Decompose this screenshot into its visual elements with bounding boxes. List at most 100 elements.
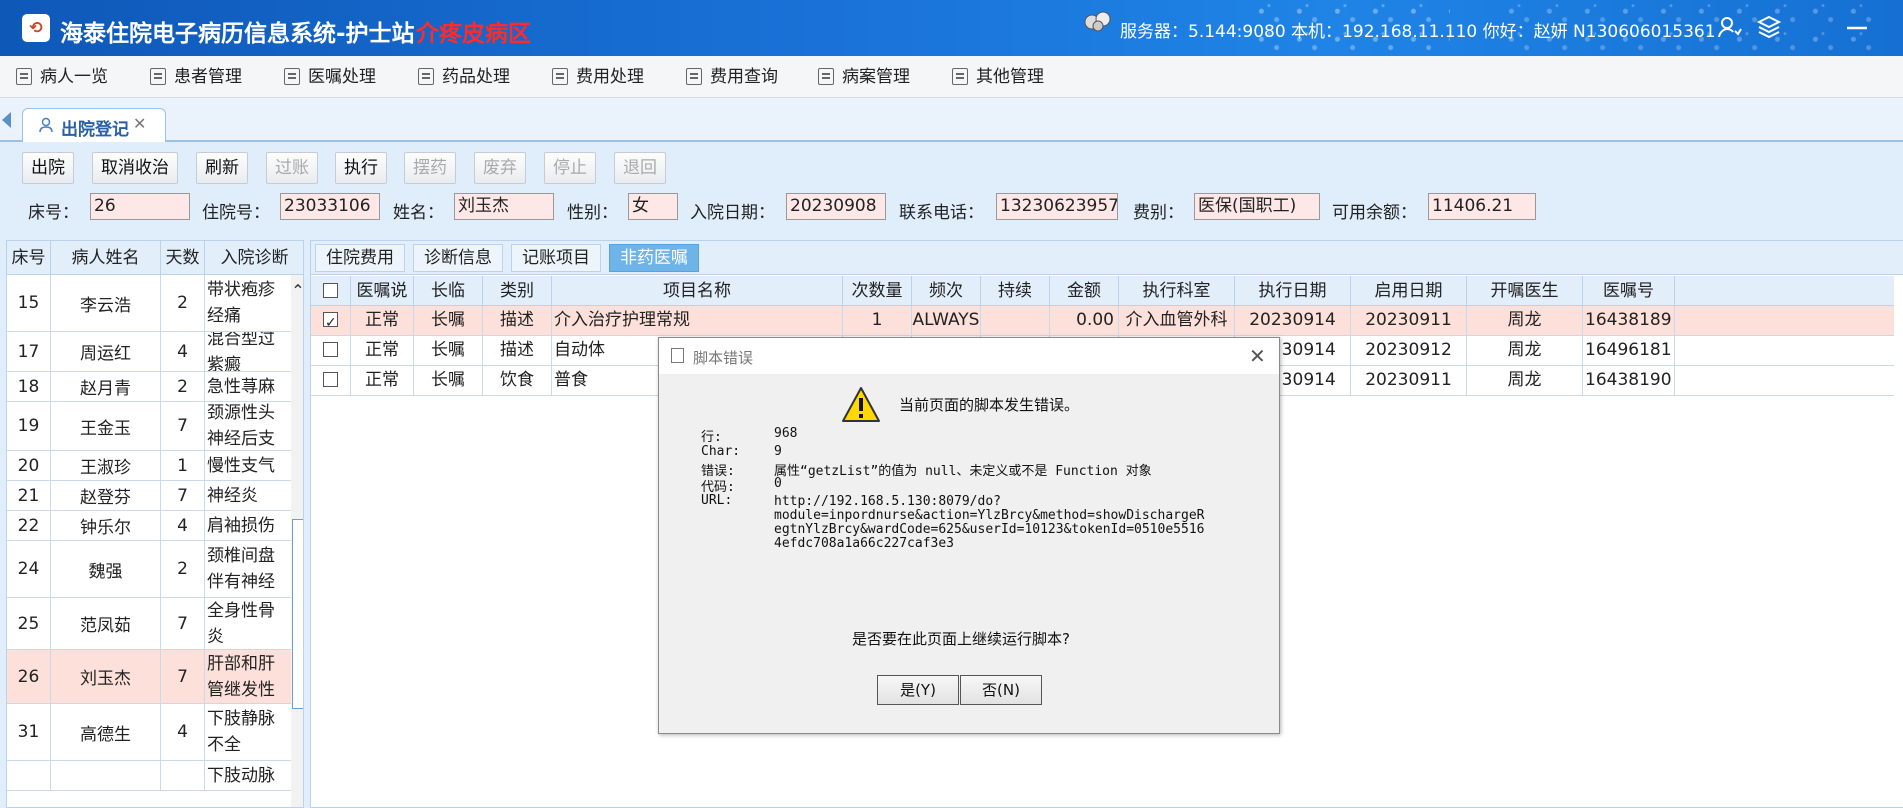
scrollbar-thumb[interactable] [292,519,303,709]
patient-row[interactable]: 21 赵登芬 7 神经炎 [7,481,303,511]
order-cell-doctor: 周龙 [1467,366,1583,396]
menu-label: 病人一览 [40,67,108,87]
order-checkbox[interactable] [323,309,338,336]
column-header[interactable]: 长临 [414,276,483,306]
patient-cell-diag: 颈椎间盘 伴有神经 [205,541,303,597]
tab-inpatient-fees[interactable]: 住院费用 [315,244,405,272]
char-value: 9 [774,444,782,459]
patient-row[interactable]: 26 刘玉杰 7 肝部和肝 管继发性 [7,650,303,704]
column-header[interactable]: 开嘱医生 [1467,276,1583,306]
admission-no-field[interactable]: 23033106 [280,193,380,220]
patient-row[interactable]: 20 王淑珍 1 慢性支气 [7,451,303,481]
order-row[interactable]: 正常长嘱描述介入治疗护理常规1ALWAYS 0.00介入血管外科202309142… [311,306,1894,336]
column-header[interactable]: 天数 [161,241,205,275]
patient-row[interactable]: 下肢动脉 [7,761,303,791]
tab-diagnosis[interactable]: 诊断信息 [413,244,503,272]
minimize-icon[interactable] [1844,14,1870,40]
discard-button[interactable]: 废弃 [474,152,526,184]
tab-billing-items[interactable]: 记账项目 [511,244,601,272]
column-header[interactable]: 金额 [1050,276,1119,306]
bed-field[interactable]: 26 [90,193,190,220]
order-checkbox-cell[interactable] [311,366,351,396]
column-header[interactable]: 入院诊断 [205,241,303,275]
cancel-admission-button[interactable]: 取消收治 [92,152,178,184]
discharge-button[interactable]: 出院 [22,152,74,184]
patient-row[interactable]: 17 周运红 4 混合型过 紫癜 [7,332,303,372]
line-value: 968 [774,426,798,441]
yes-button[interactable]: 是(Y) [877,675,959,705]
patient-cell-days: 1 [161,451,205,480]
column-header[interactable]: 持续 [981,276,1050,306]
scroll-up-icon[interactable]: ⌃ [291,281,303,301]
select-all-header[interactable] [311,276,351,306]
phone-field[interactable]: 13230623957 [996,193,1118,220]
gender-label: 性别： [567,203,618,223]
order-checkbox-cell[interactable] [311,306,351,336]
post-button[interactable]: 过账 [266,152,318,184]
tab-scroll-left-icon[interactable] [2,112,11,128]
tab-non-drug-orders[interactable]: 非药医嘱 [609,244,699,272]
user-icon[interactable] [1716,14,1742,40]
patient-cell-name: 周运红 [51,332,161,371]
menu-drugs[interactable]: 药品处理 [418,56,510,98]
menu-other[interactable]: 其他管理 [952,56,1044,98]
order-cell-qty: 1 [843,306,912,336]
dispense-button[interactable]: 摆药 [404,152,456,184]
patient-cell-bed: 21 [7,481,51,510]
name-label: 姓名： [393,203,444,223]
balance-label: 可用余额： [1332,203,1417,223]
order-cell-cat: 饮食 [483,366,552,396]
patient-row[interactable]: 25 范凤茹 7 全身性骨 炎 [7,598,303,650]
dialog-close-icon[interactable]: ✕ [1249,344,1266,368]
admit-date-label: 入院日期： [690,203,775,223]
column-header[interactable]: 执行日期 [1235,276,1351,306]
column-header[interactable]: 频次 [912,276,981,306]
tab-close-icon[interactable]: ✕ [133,114,146,133]
patient-row[interactable]: 18 赵月青 2 急性荨麻 [7,372,303,402]
name-field[interactable]: 刘玉杰 [454,193,554,220]
order-checkbox[interactable] [323,341,338,357]
column-header[interactable]: 医嘱号 [1583,276,1675,306]
server-icon [1084,11,1111,32]
column-header[interactable]: 项目名称 [552,276,843,306]
column-header[interactable]: 启用日期 [1351,276,1467,306]
patient-row[interactable]: 22 钟乐尔 4 肩袖损伤 [7,511,303,541]
patient-list-scrollbar[interactable] [291,275,303,807]
order-checkbox[interactable] [323,371,338,387]
layers-icon[interactable] [1756,14,1782,40]
menu-patient-overview[interactable]: 病人一览 [16,56,108,98]
column-header[interactable]: 床号 [7,241,51,275]
balance-field[interactable]: 11406.21 [1428,193,1536,220]
return-button[interactable]: 退回 [614,152,666,184]
document-icon [284,68,300,85]
menu-fee-processing[interactable]: 费用处理 [552,56,644,98]
patient-cell-name: 李云浩 [51,275,161,331]
refresh-button[interactable]: 刷新 [196,152,248,184]
menu-orders[interactable]: 医嘱处理 [284,56,376,98]
stop-button[interactable]: 停止 [544,152,596,184]
patient-row[interactable]: 24 魏强 2 颈椎间盘 伴有神经 [7,541,303,598]
menu-medical-records[interactable]: 病案管理 [818,56,910,98]
patient-row[interactable]: 19 王金玉 7 颈源性头 神经后支 [7,402,303,451]
patient-row[interactable]: 15 李云浩 2 带状疱疹 经痛 [7,275,303,332]
order-checkbox-cell[interactable] [311,336,351,366]
select-all-checkbox[interactable] [323,282,338,298]
column-header[interactable]: 执行科室 [1119,276,1235,306]
order-cell-type: 长嘱 [414,366,483,396]
no-button[interactable]: 否(N) [960,675,1042,705]
column-header[interactable]: 次数量 [843,276,912,306]
execute-button[interactable]: 执行 [335,152,387,184]
patient-row[interactable]: 31 高德生 4 下肢静脉 不全 [7,704,303,761]
menu-patient-management[interactable]: 患者管理 [150,56,242,98]
tab-discharge-registration[interactable]: 出院登记 ✕ [22,108,166,142]
gender-field[interactable]: 女 [628,193,678,220]
order-cell-desc: 正常 [351,336,414,366]
column-header[interactable]: 医嘱说明 [351,276,414,331]
menu-fee-query[interactable]: 费用查询 [686,56,778,98]
fee-type-field[interactable]: 医保(国职工) [1194,193,1320,220]
patient-cell-bed: 24 [7,541,51,597]
column-header[interactable]: 病人姓名 [51,241,161,275]
column-header[interactable]: 类别 [483,276,552,306]
admit-date-field[interactable]: 20230908 [786,193,886,220]
patient-cell-days: 2 [161,275,205,331]
